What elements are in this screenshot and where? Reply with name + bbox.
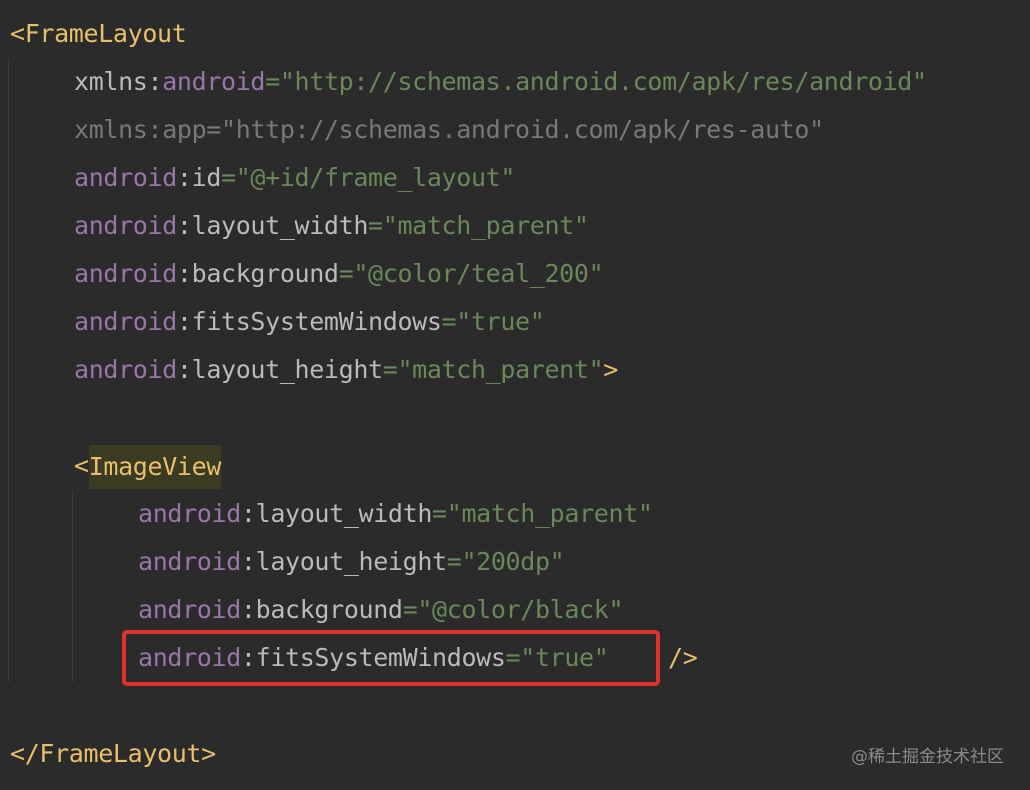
attr-namespace: android [74, 259, 177, 288]
equals: = [368, 211, 383, 240]
code-line: xmlns:android="http://schemas.android.co… [74, 58, 927, 106]
code-line: android:layout_width="match_parent" [74, 202, 589, 250]
indent-guide [8, 58, 9, 682]
attr-name: layout_height [191, 355, 383, 384]
code-editor[interactable]: <FrameLayout xmlns:android="http://schem… [0, 0, 1030, 790]
equals: = [402, 595, 418, 624]
attr-value: "http://schemas.android.com/apk/res/andr… [279, 67, 927, 96]
tag-name: FrameLayout [24, 19, 187, 48]
attr-namespace: android [74, 355, 177, 384]
tag-self-close: /> [668, 643, 698, 672]
attr-namespace: android [138, 499, 241, 528]
tag-bracket: < [74, 451, 89, 480]
attr-name: layout_width [255, 499, 433, 528]
code-line: </FrameLayout> [10, 730, 216, 778]
colon: : [240, 547, 256, 576]
attr-value: "match_parent" [446, 499, 653, 528]
attr-name: background [191, 259, 339, 288]
equals: = [446, 547, 462, 576]
colon: : [147, 67, 163, 96]
attr-name: id [191, 163, 222, 192]
tag-bracket: > [603, 355, 618, 384]
colon: : [240, 595, 256, 624]
watermark: @稀土掘金技术社区 [851, 747, 1004, 767]
attr-value: "@+id/frame_layout" [235, 163, 516, 192]
colon: : [240, 499, 256, 528]
tag-name-highlighted: ImageView [88, 445, 221, 489]
equals: = [441, 307, 457, 336]
code-line: xmlns:app="http://schemas.android.com/ap… [74, 106, 824, 154]
equals: = [432, 499, 447, 528]
colon: : [176, 211, 192, 240]
colon: : [176, 259, 192, 288]
attr-namespace: android [74, 307, 177, 336]
code-line: <ImageView [74, 442, 221, 490]
tag-name: FrameLayout [39, 739, 202, 768]
colon: : [176, 355, 192, 384]
attr-name: layout_width [191, 211, 369, 240]
equals: = [338, 259, 354, 288]
unused-attribute: xmlns:app="http://schemas.android.com/ap… [74, 115, 824, 144]
attr-namespace: android [138, 547, 241, 576]
code-line: android:layout_height="match_parent"> [74, 346, 618, 394]
attr-name: android [162, 67, 266, 96]
code-line: android:layout_width="match_parent" [138, 490, 653, 538]
attr-value: "@color/teal_200" [353, 259, 604, 288]
attr-name: background [255, 595, 403, 624]
colon: : [176, 307, 192, 336]
attr-namespace: android [74, 163, 177, 192]
attr-name: fitsSystemWindows [191, 307, 442, 336]
colon: : [176, 163, 192, 192]
equals: = [265, 67, 280, 96]
equals: = [221, 163, 236, 192]
attr-namespace: xmlns [74, 67, 148, 96]
code-line: android:id="@+id/frame_layout" [74, 154, 515, 202]
attr-value: "match_parent" [397, 355, 604, 384]
code-line: android:fitsSystemWindows="true" [74, 298, 545, 346]
attr-name: layout_height [255, 547, 447, 576]
tag-bracket: > [201, 739, 216, 768]
code-line: <FrameLayout [10, 10, 187, 58]
attr-namespace: android [138, 595, 241, 624]
attr-value: "200dp" [461, 547, 565, 576]
tag-bracket: < [10, 19, 25, 48]
highlight-box [122, 630, 660, 686]
tag-bracket: </ [10, 739, 40, 768]
indent-guide [72, 490, 73, 682]
code-line: android:layout_height="200dp" [138, 538, 565, 586]
code-line: /> [668, 634, 698, 682]
attr-namespace: android [74, 211, 177, 240]
attr-value: "match_parent" [382, 211, 589, 240]
code-line: android:background="@color/black" [138, 586, 624, 634]
equals: = [382, 355, 398, 384]
attr-value: "true" [456, 307, 545, 336]
code-line: android:background="@color/teal_200" [74, 250, 604, 298]
attr-value: "@color/black" [417, 595, 624, 624]
